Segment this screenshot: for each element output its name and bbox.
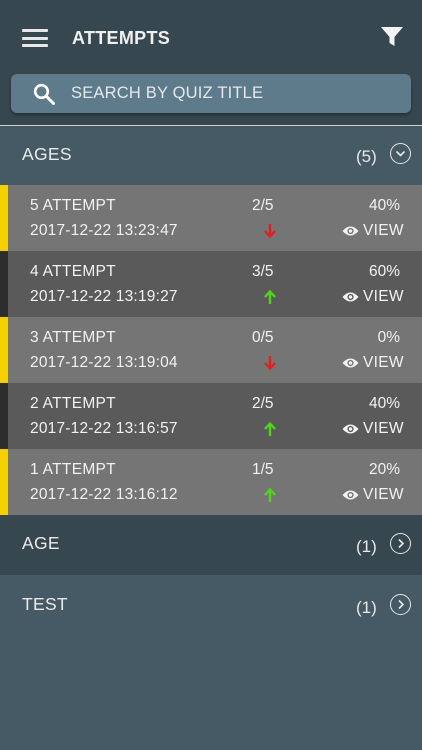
group-count: (1)	[356, 598, 377, 617]
eye-icon	[342, 358, 359, 368]
row-stripe	[0, 449, 8, 515]
row-stripe	[0, 383, 8, 449]
group-count: (5)	[356, 147, 377, 166]
attempt-row[interactable]: 3 ATTEMPT 2017-12-22 13:19:04 0/5 0% VIE…	[0, 317, 422, 383]
eye-icon	[342, 292, 359, 302]
chevron-down-icon[interactable]	[390, 143, 411, 164]
view-label: VIEW	[363, 420, 404, 437]
view-button[interactable]: VIEW	[342, 287, 404, 307]
attempt-name: 1 ATTEMPT	[30, 461, 116, 478]
chevron-right-icon[interactable]	[390, 594, 411, 615]
page-title: ATTEMPTS	[72, 28, 171, 48]
attempt-score: 2/5	[252, 395, 274, 412]
view-button[interactable]: VIEW	[342, 485, 404, 505]
arrow-up-icon	[264, 421, 276, 436]
row-stripe	[0, 185, 8, 251]
group-header-ages[interactable]: AGES (5)	[0, 126, 422, 184]
row-stripe	[0, 251, 8, 317]
search-icon	[33, 83, 55, 105]
attempt-name: 3 ATTEMPT	[30, 329, 116, 346]
attempt-date: 2017-12-22 13:19:04	[30, 354, 178, 371]
group-header-age[interactable]: AGE (1)	[0, 515, 422, 575]
group-title: AGES	[22, 144, 72, 164]
attempt-score: 3/5	[252, 263, 274, 280]
attempt-row[interactable]: 1 ATTEMPT 2017-12-22 13:16:12 1/5 20% VI…	[0, 449, 422, 515]
group-count: (1)	[356, 537, 377, 556]
search-input[interactable]	[71, 74, 401, 113]
attempt-name: 4 ATTEMPT	[30, 263, 116, 280]
view-button[interactable]: VIEW	[342, 353, 404, 373]
attempt-percent: 40%	[368, 395, 400, 412]
row-stripe	[0, 317, 8, 383]
group-title: TEST	[22, 594, 68, 614]
attempt-row[interactable]: 2 ATTEMPT 2017-12-22 13:16:57 2/5 40% VI…	[0, 383, 422, 449]
attempt-row[interactable]: 4 ATTEMPT 2017-12-22 13:19:27 3/5 60% VI…	[0, 251, 422, 317]
eye-icon	[342, 226, 359, 236]
arrow-up-icon	[264, 487, 276, 502]
attempt-name: 5 ATTEMPT	[30, 197, 116, 214]
attempt-date: 2017-12-22 13:16:57	[30, 420, 178, 437]
app-bar: ATTEMPTS	[0, 0, 422, 126]
arrow-down-icon	[264, 356, 276, 371]
attempts-list: 5 ATTEMPT 2017-12-22 13:23:47 2/5 40% VI…	[0, 185, 422, 515]
eye-icon	[342, 424, 359, 434]
attempt-name: 2 ATTEMPT	[30, 395, 116, 412]
view-label: VIEW	[363, 222, 404, 239]
hamburger-menu-icon[interactable]	[20, 26, 50, 50]
group-title: AGE	[22, 533, 60, 553]
attempt-percent: 60%	[368, 263, 400, 280]
attempt-score: 0/5	[252, 329, 274, 346]
view-button[interactable]: VIEW	[342, 419, 404, 439]
group-header-test[interactable]: TEST (1)	[0, 575, 422, 635]
attempt-date: 2017-12-22 13:16:12	[30, 486, 178, 503]
attempt-percent: 40%	[368, 197, 400, 214]
search-bar[interactable]	[11, 74, 411, 113]
view-button[interactable]: VIEW	[342, 221, 404, 241]
attempt-date: 2017-12-22 13:19:27	[30, 288, 178, 305]
attempt-row[interactable]: 5 ATTEMPT 2017-12-22 13:23:47 2/5 40% VI…	[0, 185, 422, 251]
chevron-right-icon[interactable]	[390, 533, 411, 554]
attempt-score: 1/5	[252, 461, 274, 478]
filter-funnel-icon[interactable]	[380, 26, 406, 50]
arrow-down-icon	[264, 224, 276, 239]
eye-icon	[342, 490, 359, 500]
attempt-percent: 0%	[377, 329, 400, 346]
arrow-up-icon	[264, 289, 276, 304]
view-label: VIEW	[363, 288, 404, 305]
attempt-date: 2017-12-22 13:23:47	[30, 222, 178, 239]
attempt-percent: 20%	[368, 461, 400, 478]
attempt-score: 2/5	[252, 197, 274, 214]
view-label: VIEW	[363, 354, 404, 371]
view-label: VIEW	[363, 486, 404, 503]
